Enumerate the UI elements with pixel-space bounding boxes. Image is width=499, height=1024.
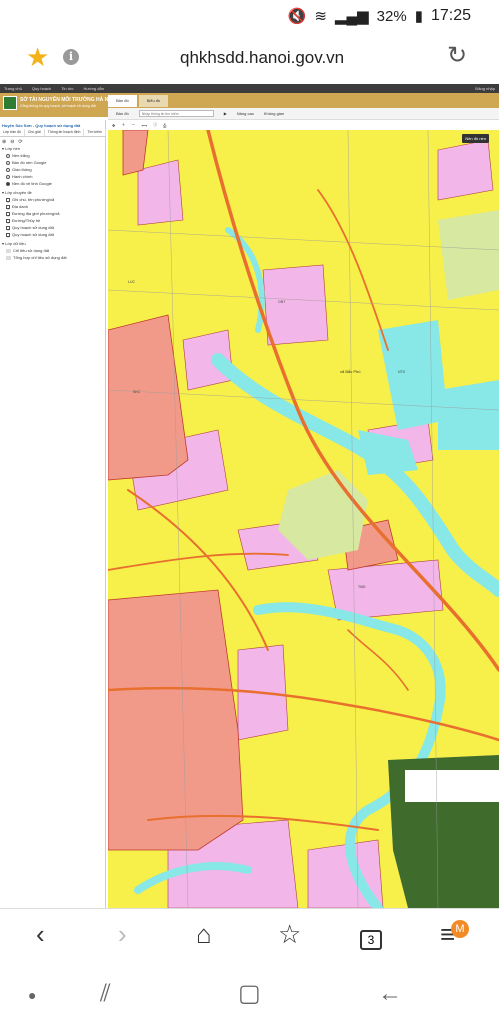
tabs-button[interactable]: 3 [360, 930, 382, 950]
layer-group-thematic[interactable]: ▾ Lớp chuyên đề [2, 190, 32, 195]
topnav-item[interactable]: Tin tức [61, 86, 73, 91]
battery-icon: ▮ [414, 8, 423, 25]
zoom-in-icon[interactable]: ＋ [121, 122, 125, 128]
map-toolbar: Bản đồ Nhập thông tin tìm kiếm ▶ Nâng ca… [108, 108, 499, 120]
layer-group-data[interactable]: ▾ Lớp dữ liệu [2, 241, 26, 246]
sidebar-tab[interactable]: Thông tin hoạch định [45, 129, 85, 136]
forward-icon[interactable]: › [118, 921, 127, 947]
land-code: LUC [128, 280, 136, 284]
tab-chart[interactable]: Biểu đồ [138, 95, 169, 107]
wifi-icon: ≋ [314, 8, 327, 25]
layer-item[interactable]: ✓ Địa danh [6, 204, 28, 211]
topnav-item[interactable]: Quy hoạch [32, 86, 51, 91]
layer-item[interactable]: ✓ Ghi chú, tên phường/xã [6, 197, 54, 204]
measure-icon[interactable]: ⟷ [141, 123, 147, 128]
layer-item[interactable]: ✓ Quy hoạch sử dụng đất [6, 225, 54, 232]
land-code: TMD [358, 585, 366, 589]
reload-icon[interactable]: ↻ [447, 44, 467, 68]
layer-group-base[interactable]: ▾ Lớp nền [2, 146, 20, 151]
system-back-icon[interactable]: ← [378, 982, 402, 1006]
bookmark-star-icon[interactable]: ★ [26, 44, 49, 70]
system-nav-bar: ● ⫽ ▢ ← [0, 968, 499, 1024]
layer-item[interactable]: ✓ Đường địa giới phường/xã [6, 211, 59, 218]
layer-item[interactable]: Nền trắng [6, 153, 30, 158]
basemap-button[interactable]: Nền đồ nền [462, 134, 489, 143]
layer-item[interactable]: Bản đồ nền Google [6, 160, 46, 165]
map-tool-row: ✥ ＋ － ⟷ ⓘ ⎙ [108, 120, 499, 130]
pan-icon[interactable]: ✥ [112, 123, 115, 128]
layer-item[interactable]: ✓ Quy hoạch sử dụng đất [6, 232, 54, 239]
zoom-select[interactable]: Bản đồ [116, 111, 129, 116]
topnav-item[interactable]: Hướng dẫn [84, 86, 104, 91]
back-icon[interactable]: ‹ [36, 921, 45, 947]
assistant-dot-icon[interactable]: ● [28, 988, 36, 1002]
expand-icon[interactable]: ⊕ [2, 139, 6, 145]
main-tabs: Bản đồ Biểu đồ [108, 95, 169, 107]
search-input[interactable]: Nhập thông tin tìm kiếm [138, 110, 214, 117]
land-code: SKC [133, 390, 141, 394]
topnav-item[interactable]: Trang chủ [4, 86, 22, 91]
layer-item[interactable]: Giao thông [6, 167, 32, 172]
signal-icon: ▂▄▆ [334, 8, 369, 25]
home-square-icon[interactable]: ▢ [238, 982, 261, 1006]
org-name: SỞ TÀI NGUYÊN MÔI TRƯỜNG HÀ NỘI [20, 97, 114, 103]
zoom-out-icon[interactable]: － [131, 122, 135, 128]
url-field[interactable]: qhkhsdd.hanoi.gov.vn [180, 48, 344, 68]
sidebar-title: Huyện Sóc Sơn - Quy hoạch sử dụng đất [2, 123, 81, 128]
battery-text: 32% [376, 7, 407, 25]
place-label: xã Bắc Phú [340, 369, 361, 374]
play-icon[interactable]: ▶ [224, 111, 227, 116]
refresh-icon[interactable]: ⟳ [18, 139, 22, 145]
layer-sidebar: Huyện Sóc Sơn - Quy hoạch sử dụng đất Lớ… [0, 120, 106, 908]
status-bar: 🔇 ≋ ▂▄▆ 32% ▮ 17:25 [0, 0, 499, 32]
home-icon[interactable]: ⌂ [196, 921, 212, 947]
login-link[interactable]: Đăng nhập [475, 86, 495, 91]
layer-item[interactable]: Hành chính [6, 174, 32, 179]
layer-item[interactable]: Tổng hợp chỉ tiêu sử dụng đất [6, 255, 67, 260]
org-subtitle: Cổng thông tin quy hoạch, kế hoạch sử dụ… [20, 104, 96, 108]
land-use-map[interactable]: Nền đồ nền xã Bắc Phú LUC ONT SKC NTS TM… [108, 130, 499, 908]
bookmarks-icon[interactable]: ☆ [278, 921, 301, 947]
sidebar-tabs: Lớp bản đồ Chú giải Thông tin hoạch định… [0, 129, 106, 137]
sidebar-tab[interactable]: Chú giải [25, 129, 45, 136]
map-canvas[interactable] [108, 130, 499, 908]
collapse-icon[interactable]: ⊖ [10, 139, 14, 145]
menu-badge: M [451, 920, 469, 938]
clock: 17:25 [430, 7, 471, 24]
site-info-icon[interactable]: i [63, 49, 79, 65]
info-tool-icon[interactable]: ⓘ [153, 122, 157, 128]
address-bar: ★ i qhkhsdd.hanoi.gov.vn ↻ [0, 32, 499, 84]
tab-map[interactable]: Bản đồ [108, 95, 137, 107]
layer-item[interactable]: Nền đồ vệ tinh Google [6, 181, 52, 186]
mute-icon: 🔇 [287, 8, 307, 25]
layer-item[interactable]: ✓ Đường/Thủy hệ [6, 218, 40, 225]
land-code: ONT [278, 300, 286, 304]
sidebar-tab[interactable]: Lớp bản đồ [0, 129, 25, 136]
recents-icon[interactable]: ⫽ [100, 982, 111, 1006]
sidebar-tab[interactable]: Tìm kiếm [84, 129, 106, 136]
advanced-button[interactable]: Nâng cao [237, 111, 254, 116]
org-logo [3, 96, 17, 110]
site-top-nav: Trang chủ Quy hoạch Tin tức Hướng dẫn Đă… [0, 84, 499, 93]
layer-item[interactable]: Chỉ tiêu sử dụng đất [6, 248, 49, 253]
land-code: NTS [398, 370, 405, 374]
web-page: Trang chủ Quy hoạch Tin tức Hướng dẫn Đă… [0, 84, 499, 908]
print-icon[interactable]: ⎙ [163, 123, 166, 128]
spatial-button[interactable]: Không gian [264, 111, 284, 116]
sidebar-tool-icons: ⊕ ⊖ ⟳ [2, 139, 23, 145]
browser-bottom-bar: ‹ › ⌂ ☆ 3 ≡ M [0, 908, 499, 968]
